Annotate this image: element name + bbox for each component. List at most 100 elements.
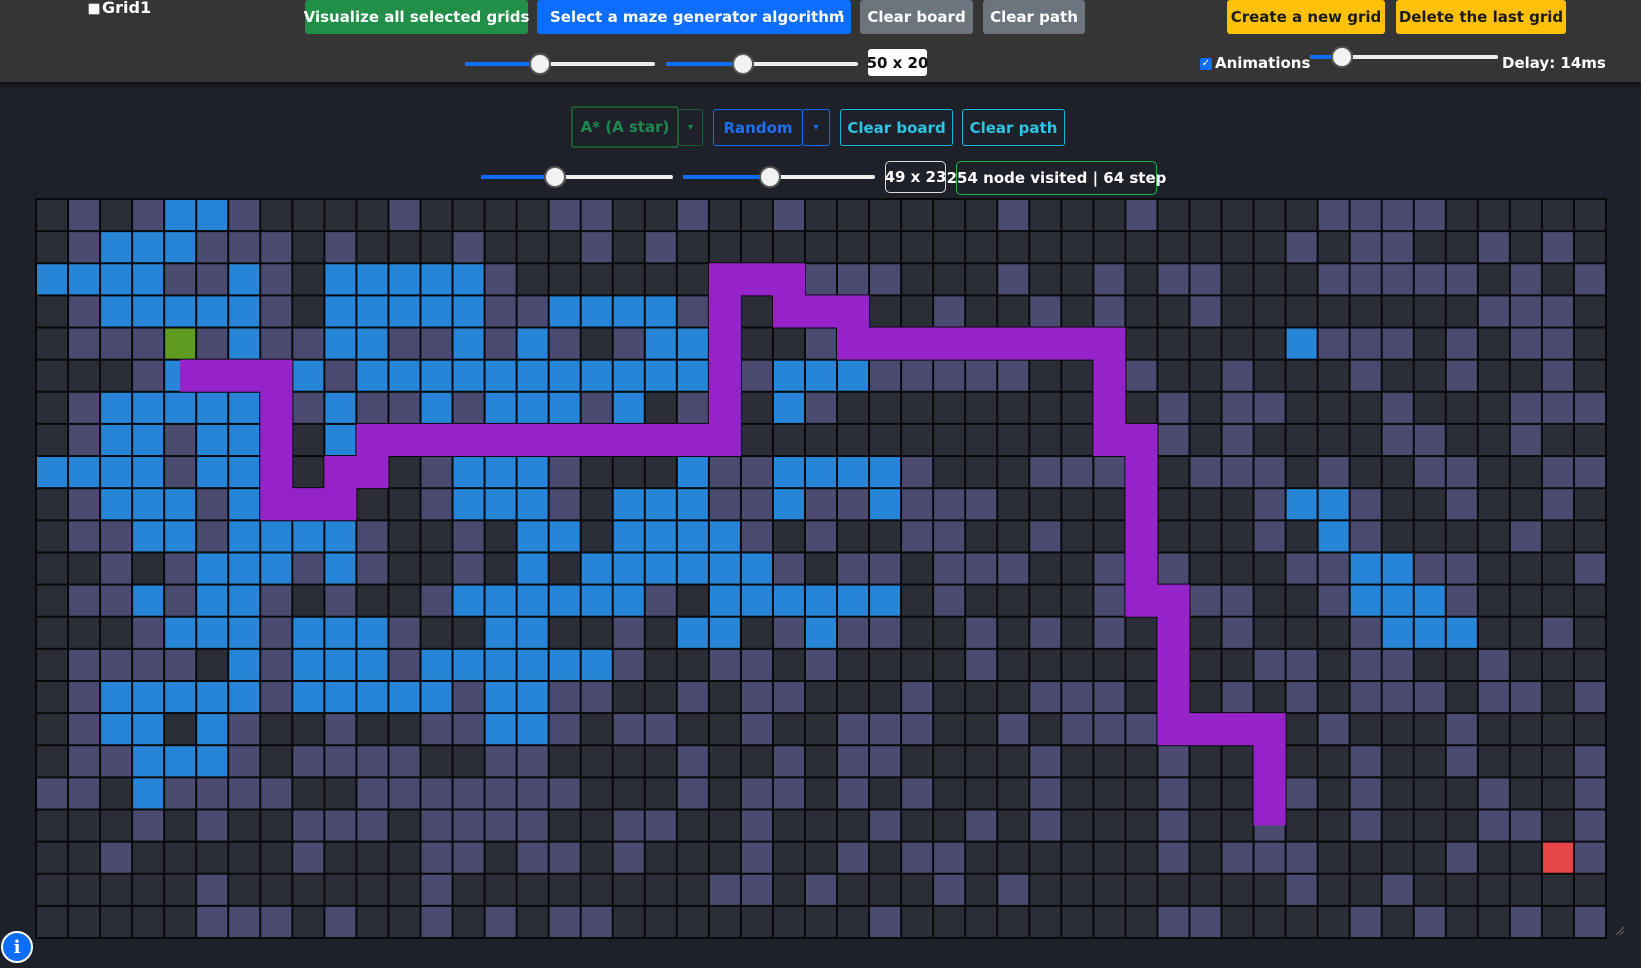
grid-cell-wall[interactable]	[197, 489, 228, 520]
grid-cell-empty[interactable]	[581, 714, 612, 745]
grid-cell-empty[interactable]	[1190, 489, 1221, 520]
grid-cell-visited[interactable]	[421, 296, 452, 327]
grid-cell-empty[interactable]	[1030, 489, 1061, 520]
grid-cell-visited[interactable]	[101, 457, 132, 488]
grid-cell-empty[interactable]	[421, 200, 452, 231]
grid-cell-visited[interactable]	[581, 585, 612, 616]
grid-cell-empty[interactable]	[741, 746, 772, 777]
grid-cell-wall[interactable]	[421, 874, 452, 905]
animations-checkbox[interactable]: ✓	[1200, 58, 1212, 70]
grid-cell-empty[interactable]	[389, 424, 420, 456]
grid-cell-wall[interactable]	[1446, 328, 1477, 359]
grid-cell-empty[interactable]	[197, 649, 228, 680]
grid-cell-visited[interactable]	[581, 553, 612, 584]
grid-cell-visited[interactable]	[229, 681, 260, 713]
grid-cell-empty[interactable]	[1414, 778, 1445, 809]
grid-cell-wall[interactable]	[613, 842, 644, 873]
grid-cell-wall[interactable]	[870, 906, 901, 937]
grid-cell-empty[interactable]	[1190, 424, 1221, 456]
grid-cell-wall[interactable]	[133, 810, 164, 841]
grid-cell-empty[interactable]	[1126, 810, 1157, 841]
grid-cell-visited[interactable]	[517, 617, 548, 648]
grid-cell-wall[interactable]	[197, 906, 228, 937]
grid-cell-wall[interactable]	[902, 842, 933, 873]
grid-cell-visited[interactable]	[805, 617, 837, 648]
grid-cell-empty[interactable]	[389, 553, 420, 584]
grid-cell-visited[interactable]	[870, 585, 901, 616]
grid-cell-wall[interactable]	[934, 842, 965, 873]
grid-cell-empty[interactable]	[1318, 296, 1349, 327]
grid-cell-visited[interactable]	[838, 457, 869, 488]
grid-cell-wall[interactable]	[1254, 392, 1285, 423]
grid-cell-empty[interactable]	[1222, 810, 1253, 841]
grid-cell-empty[interactable]	[1382, 842, 1413, 873]
grid-cell-visited[interactable]	[229, 424, 260, 456]
grid-cell-empty[interactable]	[1254, 328, 1285, 359]
grid-cell-empty[interactable]	[1126, 649, 1157, 680]
grid-cell-visited[interactable]	[389, 296, 420, 327]
grid-cell-empty[interactable]	[934, 746, 965, 777]
grid-cell-empty[interactable]	[966, 842, 997, 873]
grid-cell-wall[interactable]	[1350, 489, 1381, 520]
grid-cell-visited[interactable]	[357, 328, 388, 359]
grid-cell-wall[interactable]	[229, 906, 260, 937]
grid-cell-empty[interactable]	[581, 617, 612, 648]
grid-cell-empty[interactable]	[1222, 328, 1253, 359]
grid-cell-empty[interactable]	[1318, 392, 1349, 423]
grid-cell-visited[interactable]	[357, 649, 388, 680]
grid-cell-empty[interactable]	[966, 232, 997, 263]
grid-cell-empty[interactable]	[934, 328, 965, 359]
grid-cell-wall[interactable]	[229, 746, 260, 777]
grid-cell-empty[interactable]	[902, 906, 933, 937]
grid-cell-empty[interactable]	[1574, 649, 1605, 680]
grid-cell-wall[interactable]	[1094, 553, 1125, 584]
grid-cell-visited[interactable]	[549, 585, 580, 616]
grid-cell-wall[interactable]	[1350, 521, 1381, 552]
grid-cell-empty[interactable]	[613, 681, 644, 713]
grid-cell-visited[interactable]	[517, 585, 548, 616]
grid-cell-visited[interactable]	[165, 392, 196, 423]
grid-cell-empty[interactable]	[101, 810, 132, 841]
grid-cell-empty[interactable]	[1126, 906, 1157, 937]
grid-cell-visited[interactable]	[485, 360, 516, 391]
grid-cell-wall[interactable]	[69, 585, 100, 616]
grid-cell-empty[interactable]	[1254, 553, 1285, 584]
grid-cell-empty[interactable]	[325, 874, 356, 905]
grid-cell-empty[interactable]	[838, 424, 869, 456]
grid-cell-wall[interactable]	[293, 553, 324, 584]
grid-cell-empty[interactable]	[1030, 232, 1061, 263]
grid-cell-visited[interactable]	[805, 457, 837, 488]
grid-cell-empty[interactable]	[1062, 617, 1093, 648]
grid-cell-empty[interactable]	[934, 264, 965, 295]
grid-cell-wall[interactable]	[1414, 906, 1445, 937]
grid-cell-wall[interactable]	[421, 842, 452, 873]
grid-cell-visited[interactable]	[1286, 328, 1317, 359]
grid-cell-empty[interactable]	[1542, 553, 1573, 584]
grid-cell-empty[interactable]	[37, 553, 68, 584]
grid-cell-empty[interactable]	[1446, 778, 1477, 809]
grid-cell-wall[interactable]	[421, 457, 452, 488]
grid-cell-empty[interactable]	[709, 714, 740, 745]
grid-cell-visited[interactable]	[677, 521, 708, 552]
grid-cell-wall[interactable]	[1254, 521, 1285, 552]
grid-cell-empty[interactable]	[37, 328, 68, 359]
grid-cell-visited[interactable]	[453, 649, 484, 680]
grid-cell-visited[interactable]	[709, 553, 740, 584]
grid-cell-wall[interactable]	[421, 585, 452, 616]
grid-cell-visited[interactable]	[133, 714, 164, 745]
grid-cell-wall[interactable]	[1190, 714, 1221, 745]
grid-cell-wall[interactable]	[357, 457, 388, 488]
grid-cell-empty[interactable]	[1254, 714, 1285, 745]
grid-cell-wall[interactable]	[902, 521, 933, 552]
grid-cell-empty[interactable]	[966, 328, 997, 359]
grid-cell-wall[interactable]	[709, 874, 740, 905]
grid-cell-empty[interactable]	[101, 617, 132, 648]
grid-cell-wall[interactable]	[1254, 489, 1285, 520]
grid-cell-wall[interactable]	[805, 489, 837, 520]
grid-cell-empty[interactable]	[101, 200, 132, 231]
grid-cell-empty[interactable]	[517, 424, 548, 456]
grid-cell-visited[interactable]	[549, 521, 580, 552]
grid-cell-visited[interactable]	[485, 489, 516, 520]
grid-cell-empty[interactable]	[1414, 810, 1445, 841]
grid-cell-empty[interactable]	[1318, 232, 1349, 263]
